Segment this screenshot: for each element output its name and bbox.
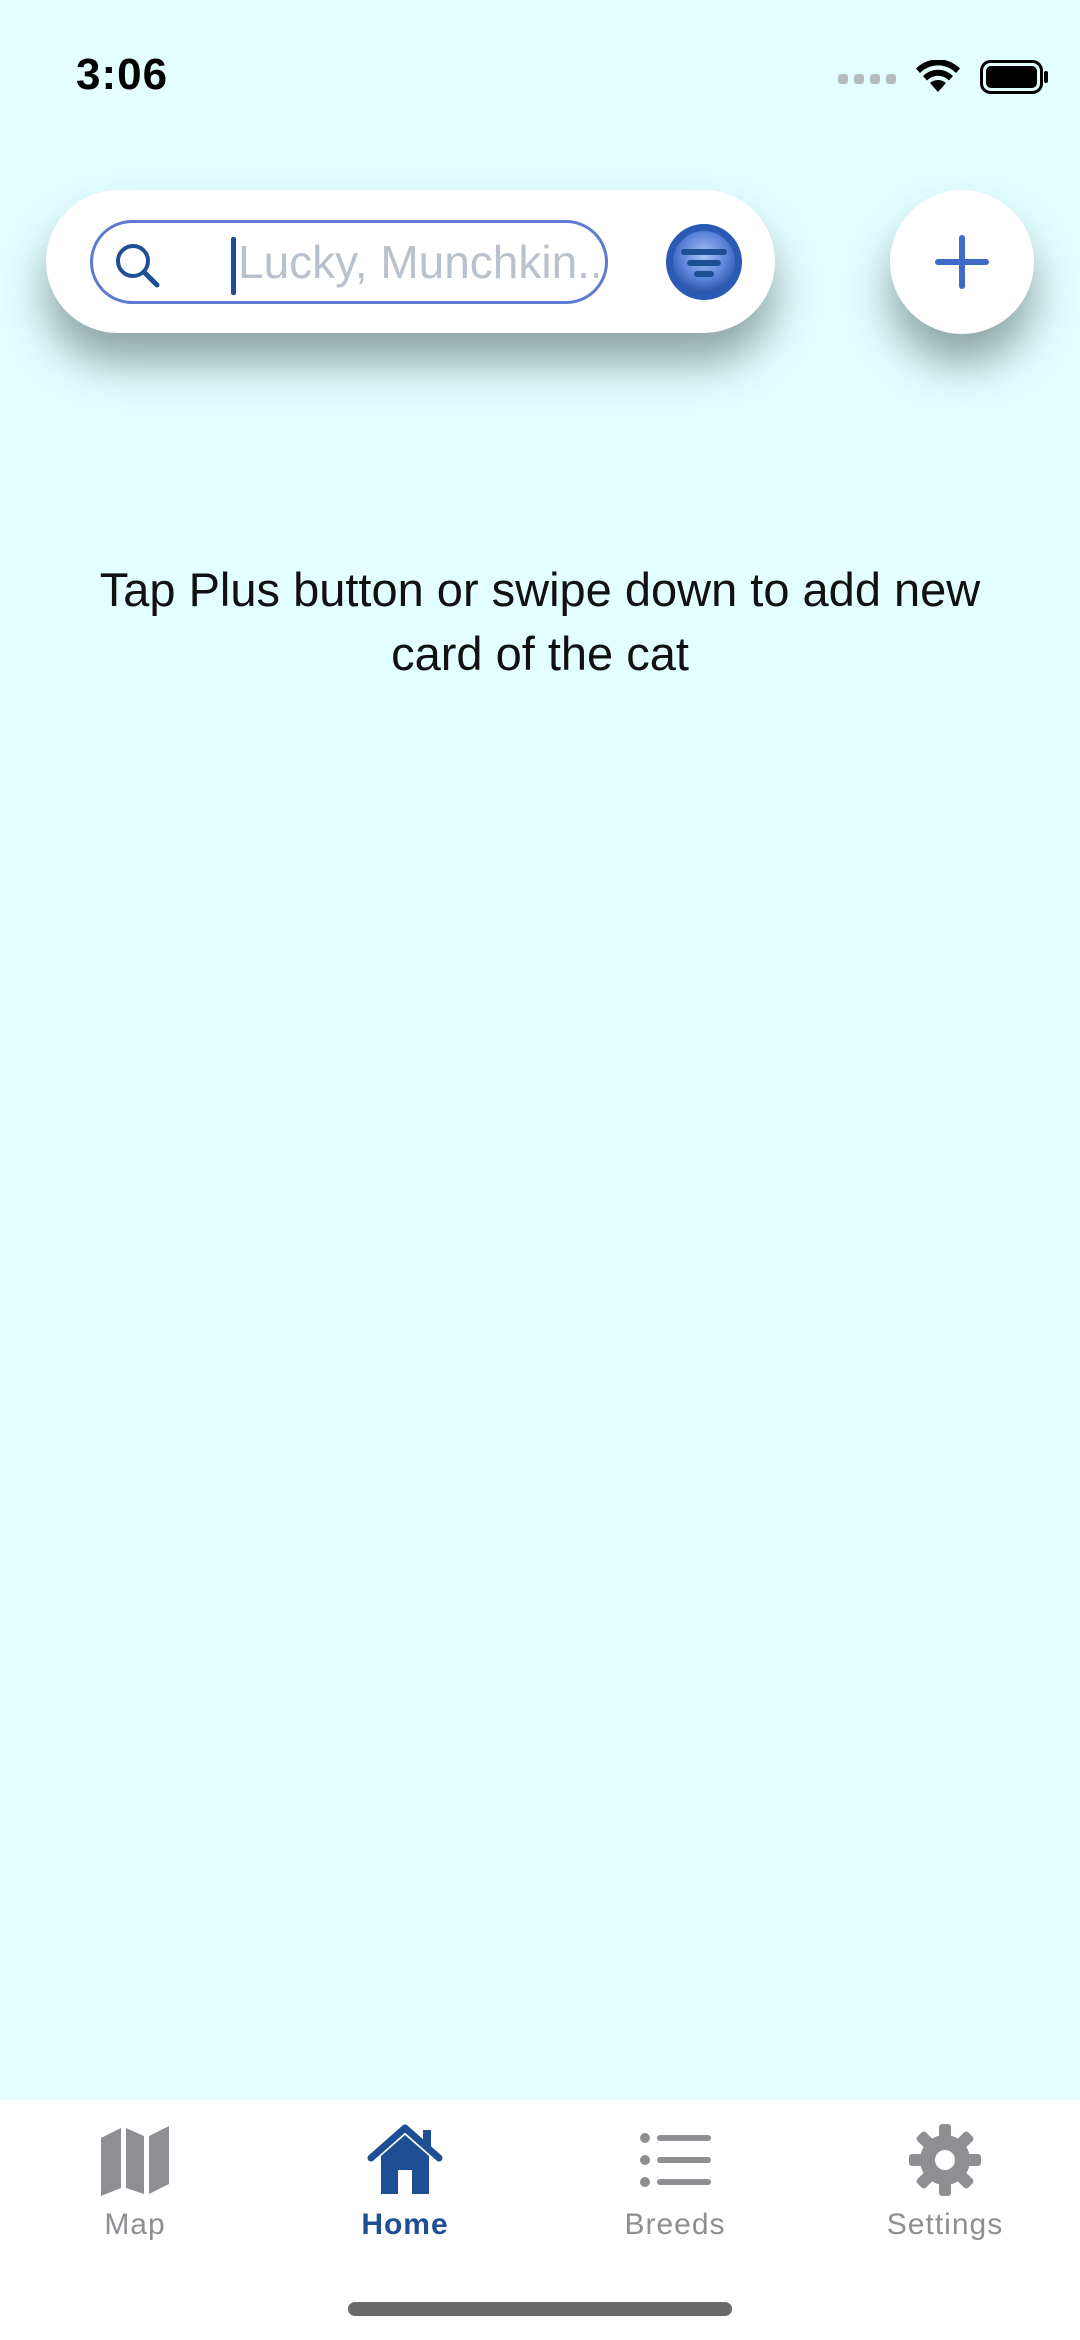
add-cat-button[interactable] [890, 190, 1034, 334]
map-icon [101, 2126, 169, 2196]
search-icon [116, 244, 160, 288]
home-screen: 3:06 Lucky, Munchkin... Tap Plus button … [0, 0, 1080, 2340]
search-field[interactable] [90, 220, 608, 304]
tab-label-map: Map [104, 2208, 166, 2241]
tab-map[interactable]: Map [0, 2122, 270, 2262]
plus-icon [935, 235, 989, 289]
empty-state-message: Tap Plus button or swipe down to add new… [99, 563, 981, 680]
search-panel [46, 190, 775, 333]
cellular-signal-icon [838, 70, 896, 84]
text-caret [231, 237, 236, 295]
tab-label-home: Home [361, 2208, 449, 2241]
home-indicator [348, 2302, 732, 2316]
status-time: 3:06 [76, 50, 169, 99]
status-icons [838, 60, 1050, 94]
filter-button[interactable] [665, 223, 743, 301]
wifi-icon [916, 60, 960, 92]
gear-icon [909, 2124, 981, 2196]
filter-icon [666, 224, 742, 300]
tab-label-settings: Settings [886, 2208, 1004, 2241]
tab-label-breeds: Breeds [624, 2208, 726, 2241]
battery-icon [980, 60, 1048, 94]
tab-settings[interactable]: Settings [810, 2122, 1080, 2262]
house-icon [367, 2124, 443, 2194]
tab-home[interactable]: Home [270, 2122, 540, 2262]
list-icon [640, 2133, 711, 2187]
search-input[interactable] [238, 223, 598, 301]
tab-breeds[interactable]: Breeds [540, 2122, 810, 2262]
